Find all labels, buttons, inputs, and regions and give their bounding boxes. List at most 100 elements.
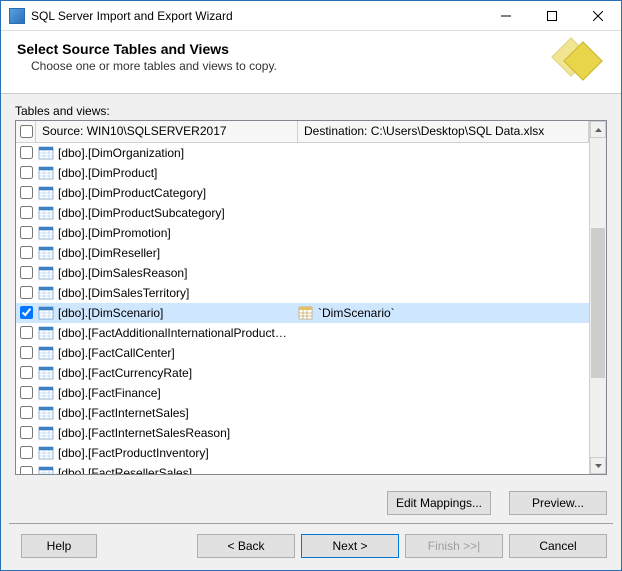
select-all-cell[interactable] bbox=[16, 121, 36, 142]
close-button[interactable] bbox=[575, 1, 621, 31]
row-checkbox-cell[interactable] bbox=[16, 246, 36, 259]
scroll-thumb[interactable] bbox=[591, 228, 605, 378]
table-row[interactable]: [dbo].[FactFinance] bbox=[16, 383, 589, 403]
select-all-checkbox[interactable] bbox=[20, 125, 33, 138]
finish-button[interactable]: Finish >>| bbox=[405, 534, 503, 558]
row-checkbox[interactable] bbox=[20, 246, 33, 259]
table-row[interactable]: [dbo].[FactProductInventory] bbox=[16, 443, 589, 463]
source-name: [dbo].[DimProduct] bbox=[58, 166, 157, 180]
source-cell[interactable]: [dbo].[FactCurrencyRate] bbox=[36, 366, 298, 380]
source-cell[interactable]: [dbo].[FactAdditionalInternationalProduc… bbox=[36, 326, 298, 340]
source-cell[interactable]: [dbo].[DimScenario] bbox=[36, 306, 298, 320]
row-checkbox-cell[interactable] bbox=[16, 266, 36, 279]
source-cell[interactable]: [dbo].[FactFinance] bbox=[36, 386, 298, 400]
row-checkbox[interactable] bbox=[20, 426, 33, 439]
source-cell[interactable]: [dbo].[DimSalesReason] bbox=[36, 266, 298, 280]
table-row[interactable]: [dbo].[FactInternetSales] bbox=[16, 403, 589, 423]
row-checkbox[interactable] bbox=[20, 346, 33, 359]
row-checkbox-cell[interactable] bbox=[16, 446, 36, 459]
row-checkbox-cell[interactable] bbox=[16, 366, 36, 379]
help-button[interactable]: Help bbox=[21, 534, 97, 558]
row-checkbox[interactable] bbox=[20, 366, 33, 379]
table-row[interactable]: [dbo].[DimPromotion] bbox=[16, 223, 589, 243]
row-checkbox[interactable] bbox=[20, 386, 33, 399]
source-name: [dbo].[DimReseller] bbox=[58, 246, 160, 260]
source-name: [dbo].[DimSalesReason] bbox=[58, 266, 187, 280]
table-row[interactable]: [dbo].[DimScenario] `DimScenario` bbox=[16, 303, 589, 323]
table-row[interactable]: [dbo].[DimSalesReason] bbox=[16, 263, 589, 283]
table-row[interactable]: [dbo].[FactCallCenter] bbox=[16, 343, 589, 363]
row-checkbox-cell[interactable] bbox=[16, 346, 36, 359]
row-checkbox[interactable] bbox=[20, 306, 33, 319]
table-row[interactable]: [dbo].[DimReseller] bbox=[16, 243, 589, 263]
back-button[interactable]: < Back bbox=[197, 534, 295, 558]
source-cell[interactable]: [dbo].[FactInternetSales] bbox=[36, 406, 298, 420]
row-checkbox-cell[interactable] bbox=[16, 406, 36, 419]
minimize-button[interactable] bbox=[483, 1, 529, 31]
row-checkbox[interactable] bbox=[20, 286, 33, 299]
source-name: [dbo].[FactCurrencyRate] bbox=[58, 366, 192, 380]
row-checkbox[interactable] bbox=[20, 146, 33, 159]
scroll-up-button[interactable] bbox=[590, 121, 606, 138]
source-cell[interactable]: [dbo].[DimProduct] bbox=[36, 166, 298, 180]
table-icon bbox=[38, 206, 54, 220]
scroll-track[interactable] bbox=[590, 138, 606, 457]
table-icon bbox=[38, 366, 54, 380]
table-row[interactable]: [dbo].[FactResellerSales] bbox=[16, 463, 589, 474]
row-checkbox-cell[interactable] bbox=[16, 166, 36, 179]
row-checkbox-cell[interactable] bbox=[16, 226, 36, 239]
row-checkbox-cell[interactable] bbox=[16, 466, 36, 474]
table-row[interactable]: [dbo].[DimProductSubcategory] bbox=[16, 203, 589, 223]
row-checkbox[interactable] bbox=[20, 186, 33, 199]
maximize-button[interactable] bbox=[529, 1, 575, 31]
column-header-source[interactable]: Source: WIN10\SQLSERVER2017 bbox=[36, 121, 298, 142]
table-row[interactable]: [dbo].[DimProductCategory] bbox=[16, 183, 589, 203]
source-cell[interactable]: [dbo].[DimPromotion] bbox=[36, 226, 298, 240]
row-checkbox[interactable] bbox=[20, 266, 33, 279]
source-cell[interactable]: [dbo].[DimProductCategory] bbox=[36, 186, 298, 200]
row-checkbox[interactable] bbox=[20, 446, 33, 459]
source-cell[interactable]: [dbo].[FactResellerSales] bbox=[36, 466, 298, 475]
row-checkbox-cell[interactable] bbox=[16, 306, 36, 319]
table-row[interactable]: [dbo].[FactAdditionalInternationalProduc… bbox=[16, 323, 589, 343]
row-checkbox[interactable] bbox=[20, 226, 33, 239]
source-cell[interactable]: [dbo].[DimProductSubcategory] bbox=[36, 206, 298, 220]
table-row[interactable]: [dbo].[FactInternetSalesReason] bbox=[16, 423, 589, 443]
row-checkbox[interactable] bbox=[20, 406, 33, 419]
row-checkbox-cell[interactable] bbox=[16, 426, 36, 439]
row-checkbox[interactable] bbox=[20, 206, 33, 219]
source-cell[interactable]: [dbo].[FactInternetSalesReason] bbox=[36, 426, 298, 440]
row-checkbox-cell[interactable] bbox=[16, 146, 36, 159]
preview-button[interactable]: Preview... bbox=[509, 491, 607, 515]
source-cell[interactable]: [dbo].[FactCallCenter] bbox=[36, 346, 298, 360]
row-checkbox[interactable] bbox=[20, 326, 33, 339]
table-row[interactable]: [dbo].[DimSalesTerritory] bbox=[16, 283, 589, 303]
destination-cell[interactable]: `DimScenario` bbox=[298, 306, 589, 320]
source-cell[interactable]: [dbo].[FactProductInventory] bbox=[36, 446, 298, 460]
scroll-down-button[interactable] bbox=[590, 457, 606, 474]
row-checkbox-cell[interactable] bbox=[16, 206, 36, 219]
row-checkbox-cell[interactable] bbox=[16, 286, 36, 299]
page-subtitle: Choose one or more tables and views to c… bbox=[31, 59, 543, 73]
row-checkbox-cell[interactable] bbox=[16, 386, 36, 399]
edit-mappings-button[interactable]: Edit Mappings... bbox=[387, 491, 491, 515]
row-checkbox[interactable] bbox=[20, 466, 33, 474]
destination-name: `DimScenario` bbox=[318, 306, 395, 320]
cancel-button[interactable]: Cancel bbox=[509, 534, 607, 558]
table-icon bbox=[38, 426, 54, 440]
source-name: [dbo].[DimProductSubcategory] bbox=[58, 206, 225, 220]
source-cell[interactable]: [dbo].[DimSalesTerritory] bbox=[36, 286, 298, 300]
table-row[interactable]: [dbo].[FactCurrencyRate] bbox=[16, 363, 589, 383]
vertical-scrollbar[interactable] bbox=[589, 121, 606, 474]
table-row[interactable]: [dbo].[DimProduct] bbox=[16, 163, 589, 183]
tables-grid: Source: WIN10\SQLSERVER2017 Destination:… bbox=[15, 120, 607, 475]
table-icon bbox=[38, 146, 54, 160]
source-cell[interactable]: [dbo].[DimOrganization] bbox=[36, 146, 298, 160]
row-checkbox-cell[interactable] bbox=[16, 326, 36, 339]
source-cell[interactable]: [dbo].[DimReseller] bbox=[36, 246, 298, 260]
row-checkbox[interactable] bbox=[20, 166, 33, 179]
next-button[interactable]: Next > bbox=[301, 534, 399, 558]
row-checkbox-cell[interactable] bbox=[16, 186, 36, 199]
column-header-destination[interactable]: Destination: C:\Users\Desktop\SQL Data.x… bbox=[298, 121, 589, 142]
table-row[interactable]: [dbo].[DimOrganization] bbox=[16, 143, 589, 163]
